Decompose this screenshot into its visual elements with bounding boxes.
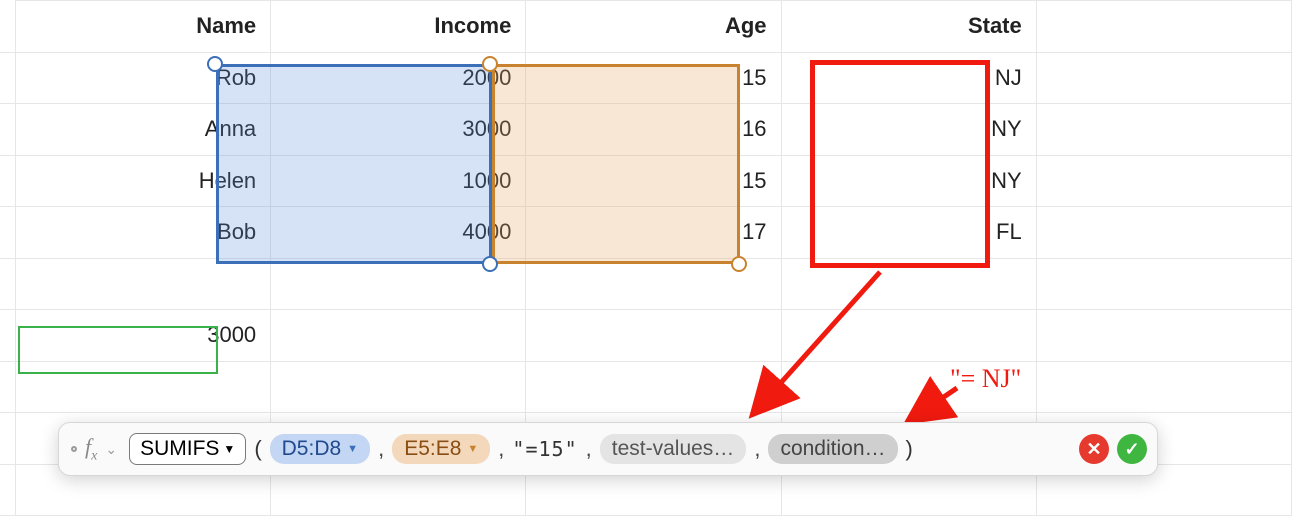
chevron-down-icon: ▼ bbox=[223, 442, 235, 456]
cell-state[interactable]: FL bbox=[781, 207, 1036, 259]
empty-cell[interactable] bbox=[1036, 1, 1291, 53]
empty-cell[interactable] bbox=[526, 258, 781, 310]
cell-income[interactable]: 3000 bbox=[271, 104, 526, 156]
empty-cell[interactable] bbox=[1036, 258, 1291, 310]
range-token-criteria[interactable]: E5:E8 ▼ bbox=[392, 434, 490, 464]
empty-cell[interactable] bbox=[15, 361, 270, 413]
separator: , bbox=[498, 436, 504, 462]
cell-age[interactable]: 15 bbox=[526, 155, 781, 207]
empty-cell[interactable] bbox=[271, 258, 526, 310]
paren-open: ( bbox=[254, 436, 261, 462]
fx-dot-icon bbox=[71, 446, 77, 452]
header-income[interactable]: Income bbox=[271, 1, 526, 53]
function-selector[interactable]: SUMIFS ▼ bbox=[129, 433, 246, 465]
placeholder-condition[interactable]: condition… bbox=[768, 434, 897, 464]
range-token-sum[interactable]: D5:D8 ▼ bbox=[270, 434, 370, 464]
check-icon: ✓ bbox=[1124, 439, 1139, 460]
empty-cell[interactable] bbox=[781, 258, 1036, 310]
cell-age[interactable]: 16 bbox=[526, 104, 781, 156]
function-name: SUMIFS bbox=[140, 437, 219, 461]
formula-bar[interactable]: fx ⌄ SUMIFS ▼ ( D5:D8 ▼ , E5:E8 ▼ , "=15… bbox=[58, 422, 1158, 476]
empty-cell[interactable] bbox=[1036, 155, 1291, 207]
chevron-down-icon[interactable]: ⌄ bbox=[105, 441, 117, 458]
fx-icon[interactable]: fx bbox=[85, 434, 97, 464]
header-state[interactable]: State bbox=[781, 1, 1036, 53]
empty-cell[interactable] bbox=[15, 258, 270, 310]
cell-name[interactable]: Bob bbox=[15, 207, 270, 259]
chevron-down-icon: ▼ bbox=[467, 443, 478, 455]
cancel-button[interactable]: ✕ bbox=[1079, 434, 1109, 464]
empty-cell[interactable] bbox=[781, 310, 1036, 362]
cell-income[interactable]: 4000 bbox=[271, 207, 526, 259]
cell-name[interactable]: Anna bbox=[15, 104, 270, 156]
chevron-down-icon: ▼ bbox=[347, 443, 358, 455]
empty-cell[interactable] bbox=[1036, 207, 1291, 259]
empty-cell[interactable] bbox=[1036, 52, 1291, 104]
empty-cell[interactable] bbox=[526, 361, 781, 413]
annotation-text: "= NJ" bbox=[950, 364, 1021, 394]
paren-close: ) bbox=[906, 436, 913, 462]
cell-name[interactable]: Rob bbox=[15, 52, 270, 104]
empty-cell[interactable] bbox=[271, 361, 526, 413]
empty-cell[interactable] bbox=[1036, 310, 1291, 362]
placeholder-test-values[interactable]: test-values… bbox=[600, 434, 747, 464]
header-name[interactable]: Name bbox=[15, 1, 270, 53]
separator: , bbox=[586, 436, 592, 462]
cell-state[interactable]: NJ bbox=[781, 52, 1036, 104]
result-cell[interactable]: 3000 bbox=[15, 310, 270, 362]
literal-argument[interactable]: "=15" bbox=[512, 437, 577, 461]
cell-age[interactable]: 15 bbox=[526, 52, 781, 104]
empty-cell[interactable] bbox=[1036, 361, 1291, 413]
separator: , bbox=[378, 436, 384, 462]
confirm-button[interactable]: ✓ bbox=[1117, 434, 1147, 464]
cell-age[interactable]: 17 bbox=[526, 207, 781, 259]
header-age[interactable]: Age bbox=[526, 1, 781, 53]
cell-state[interactable]: NY bbox=[781, 104, 1036, 156]
cell-income[interactable]: 2000 bbox=[271, 52, 526, 104]
cell-name[interactable]: Helen bbox=[15, 155, 270, 207]
empty-cell[interactable] bbox=[1036, 104, 1291, 156]
cell-income[interactable]: 1000 bbox=[271, 155, 526, 207]
separator: , bbox=[754, 436, 760, 462]
cell-state[interactable]: NY bbox=[781, 155, 1036, 207]
empty-cell[interactable] bbox=[526, 310, 781, 362]
empty-cell[interactable] bbox=[271, 310, 526, 362]
close-icon: ✕ bbox=[1086, 439, 1101, 460]
